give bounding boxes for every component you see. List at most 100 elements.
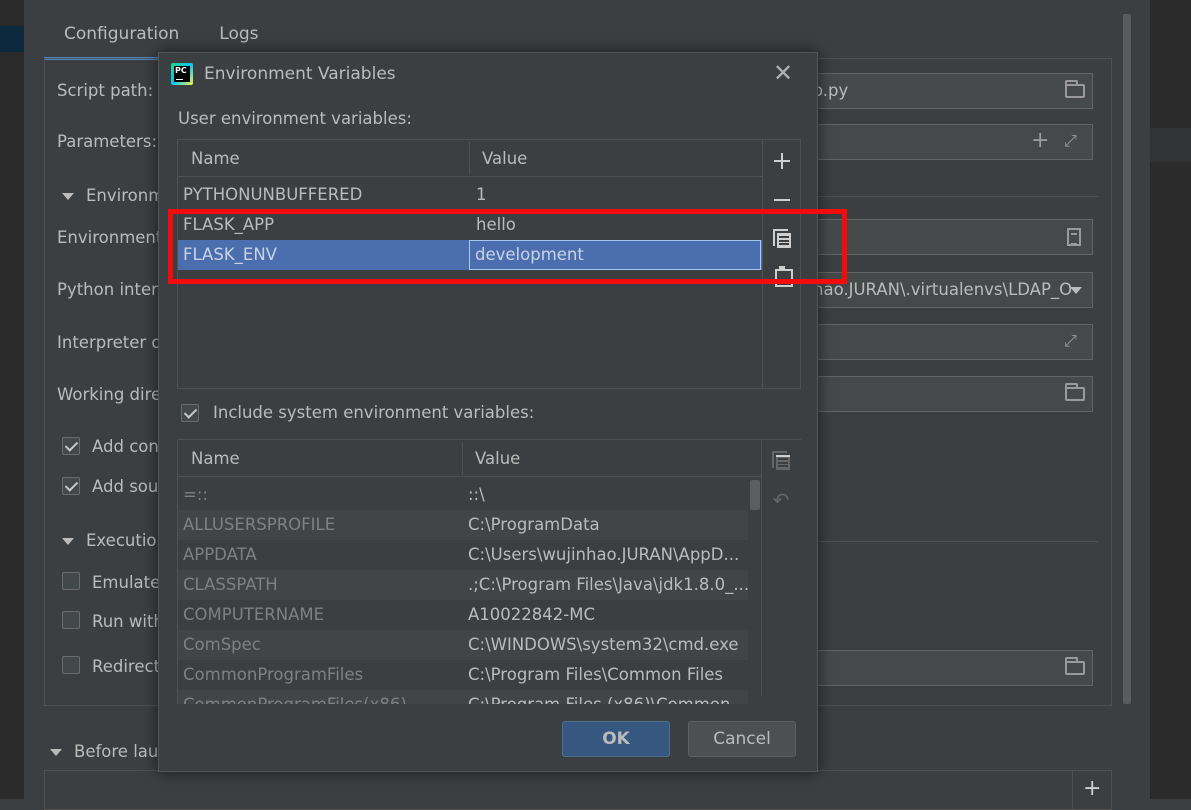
environment-section[interactable]: Environm [62,186,164,205]
column-header-name[interactable]: Name [178,440,462,477]
emulate-terminal-label: Emulate [92,573,161,592]
var-value: A10022842-MC [468,605,595,624]
add-icon[interactable]: + [1083,776,1101,801]
table-header: Name Value [178,140,762,177]
collapse-triangle-icon [62,193,74,200]
var-name: ComSpec [183,635,261,654]
add-source-roots-label: Add sou [92,477,159,496]
var-value: .;C:\Program Files\Java\jdk1.8.0_... [468,575,748,594]
add-icon[interactable] [772,151,792,171]
table-row[interactable]: ComSpec C:\WINDOWS\system32\cmd.exe [178,630,748,660]
environment-section-label: Environm [86,186,165,205]
var-value: C:\ProgramData [468,515,600,534]
add-content-roots-label: Add con [92,437,159,456]
table-row-selected[interactable]: FLASK_ENV development [178,240,762,270]
system-vars-scrollbar-track[interactable] [748,478,762,704]
folder-icon[interactable] [1065,80,1085,98]
dialog-title: Environment Variables [204,64,396,84]
document-icon[interactable] [1067,228,1081,246]
table-row[interactable]: CLASSPATH .;C:\Program Files\Java\jdk1.8.… [178,570,748,600]
column-header-value[interactable]: Value [469,140,762,177]
collapse-triangle-icon [62,538,74,545]
system-vars-toolbar: ↶ [761,439,801,696]
add-content-roots-checkbox[interactable] [62,437,80,455]
table-row[interactable]: CommonProgramFiles C:\Program Files\Commo… [178,660,748,690]
script-path-value: o.py [813,81,849,100]
run-with-console-label: Run with [92,612,164,631]
redirect-input-field[interactable] [810,650,1093,686]
close-icon[interactable]: ✕ [769,59,797,87]
run-with-console-checkbox[interactable] [62,611,80,629]
var-name: APPDATA [183,545,257,564]
var-value: hello [476,215,516,234]
script-path-field[interactable]: o.py [810,73,1093,109]
table-row[interactable]: ALLUSERSPROFILE C:\ProgramData [178,510,748,540]
execution-section[interactable]: Execution [62,531,167,550]
ok-button[interactable]: OK [562,721,670,757]
var-value: 1 [476,185,487,204]
column-header-value[interactable]: Value [462,440,762,477]
system-env-vars-table: Name Value =::::\ ALLUSERSPROFILEC:\Prog… [177,439,789,704]
table-row[interactable]: COMPUTERNAME A10022842-MC [178,600,748,630]
var-value: C:\Program Files\Common Files [468,665,724,684]
value-edit-field[interactable]: development [469,240,761,270]
var-name: ALLUSERSPROFILE [183,515,336,534]
working-directory-field[interactable] [810,376,1093,412]
working-directory-label: Working dire [57,385,162,404]
folder-icon[interactable] [1065,657,1085,675]
table-row[interactable]: =::::\ [178,480,748,510]
redirect-input-checkbox[interactable] [62,656,80,674]
add-icon[interactable]: + [1031,128,1049,153]
var-name: CommonProgramFiles [183,665,364,684]
python-interpreter-select[interactable]: nao.JURAN\.virtualenvs\LDAP_O [810,272,1093,308]
table-row[interactable]: APPDATA C:\Users\wujinhao.JURAN\AppD... [178,540,748,570]
chevron-down-icon[interactable] [1070,287,1082,294]
table-row[interactable]: CommonProgramFiles(x86) C:\Program Files … [178,690,748,704]
expand-icon[interactable]: ⤢ [1064,331,1077,351]
table-row[interactable]: PYTHONUNBUFFERED 1 [178,180,762,210]
remove-icon[interactable] [772,190,792,210]
copy-icon [771,450,791,470]
environment-variables-label: Environment [57,228,163,247]
copy-icon[interactable] [772,228,792,248]
var-value: C:\WINDOWS\system32\cmd.exe [468,635,739,654]
var-value: C:\Users\wujinhao.JURAN\AppD... [468,545,740,564]
environment-variables-field[interactable] [810,219,1093,255]
include-system-vars-label: Include system environment variables: [213,403,535,422]
python-interpreter-label: Python interp [57,280,169,299]
table-row[interactable]: FLASK_APP hello [178,210,762,240]
var-name: CLASSPATH [183,575,278,594]
user-vars-toolbar [762,140,800,388]
before-launch-panel [44,770,1112,810]
parameters-label: Parameters: [57,132,157,151]
column-header-name[interactable]: Name [178,140,469,177]
divider [818,541,1098,542]
left-sidebar [0,0,24,799]
var-name: FLASK_ENV [183,245,277,264]
system-vars-scrollbar-thumb[interactable] [750,480,760,510]
emulate-terminal-checkbox[interactable] [62,572,80,590]
python-interpreter-value: nao.JURAN\.virtualenvs\LDAP_O [813,280,1073,299]
cancel-button[interactable]: Cancel [688,721,796,757]
parameters-field[interactable]: + ⤢ [810,124,1093,160]
expand-icon[interactable]: ⤢ [1064,131,1077,151]
sidebar-selected-item[interactable] [0,26,24,52]
script-path-label: Script path: [57,81,154,100]
include-system-vars-checkbox[interactable] [181,404,199,422]
var-name: PYTHONUNBUFFERED [183,185,363,204]
undo-icon: ↶ [772,488,790,512]
before-launch-section[interactable]: Before laun [50,742,169,761]
var-value: development [475,245,584,264]
config-scrollbar[interactable] [1123,14,1131,704]
before-launch-toolbar: + [1072,770,1112,810]
add-source-roots-checkbox[interactable] [62,477,80,495]
folder-icon[interactable] [1065,383,1085,401]
redirect-input-label: Redirect [92,657,161,676]
var-value: ::\ [468,485,485,504]
var-name: COMPUTERNAME [183,605,325,624]
paste-icon[interactable] [772,265,793,287]
interpreter-options-field[interactable]: ⤢ [810,324,1093,360]
var-name: FLASK_APP [183,215,275,234]
divider [818,196,1098,197]
right-editor-strip [1150,0,1191,799]
